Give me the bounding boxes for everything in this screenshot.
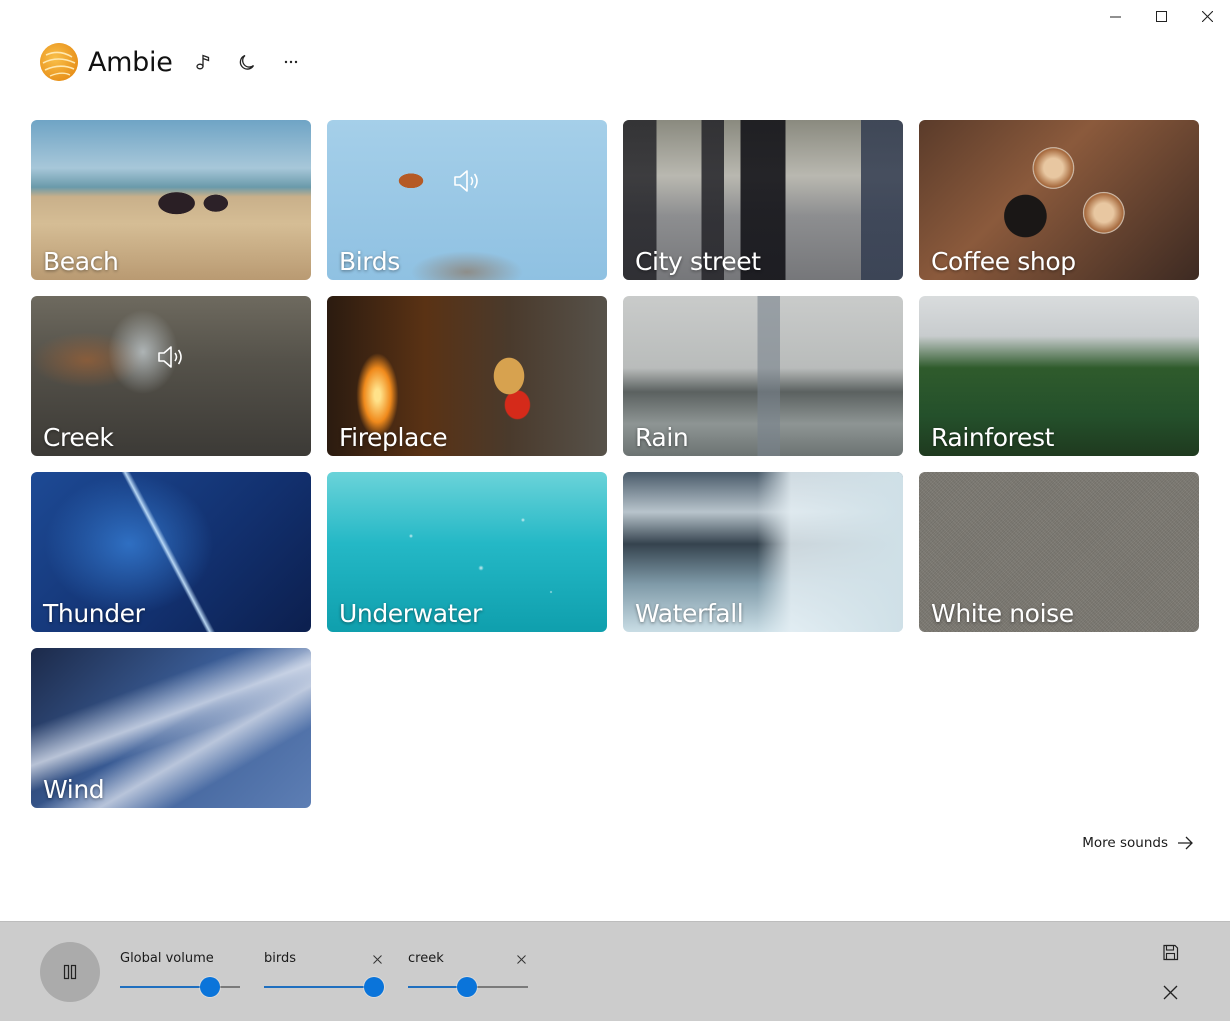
sound-tile-coffee-shop[interactable]: Coffee shop [919, 120, 1199, 280]
save-icon [1162, 944, 1178, 960]
sound-label: Beach [43, 247, 119, 276]
sound-label: Wind [43, 775, 105, 804]
more-sounds-link[interactable]: More sounds [1082, 834, 1194, 852]
player-bar: Global volume birds creek [0, 921, 1230, 1021]
compact-mode-button[interactable] [181, 42, 225, 82]
sound-tile-fireplace[interactable]: Fireplace [327, 296, 607, 456]
sound-label: White noise [931, 599, 1074, 628]
save-preset-button[interactable] [1156, 938, 1184, 966]
sound-volume-slider[interactable] [264, 977, 385, 997]
play-pause-button[interactable] [40, 942, 100, 1002]
close-icon [516, 954, 526, 964]
sound-tile-city-street[interactable]: City street [623, 120, 903, 280]
ellipsis-icon [284, 60, 297, 64]
active-sound-label: creek [408, 951, 444, 966]
logo-icon [40, 43, 78, 81]
sound-volume-slider[interactable] [408, 977, 528, 997]
arrow-right-icon [1178, 836, 1193, 850]
sound-label: Coffee shop [931, 247, 1076, 276]
remove-sound-button[interactable] [370, 952, 384, 966]
more-options-button[interactable] [269, 42, 313, 82]
window-caption-controls [1092, 0, 1230, 32]
slider-fill [120, 986, 210, 988]
slider-fill [264, 986, 375, 988]
app-header: Ambie [40, 42, 313, 82]
active-sound-birds: birds [264, 950, 385, 997]
sound-tile-wind[interactable]: Wind [31, 648, 311, 808]
moon-icon [239, 54, 254, 70]
sound-tile-white-noise[interactable]: White noise [919, 472, 1199, 632]
slider-thumb[interactable] [456, 977, 477, 997]
sound-tile-underwater[interactable]: Underwater [327, 472, 607, 632]
minimize-icon [1109, 16, 1121, 17]
sound-tile-rainforest[interactable]: Rainforest [919, 296, 1199, 456]
pause-icon [63, 964, 77, 980]
minimize-button[interactable] [1092, 0, 1138, 32]
app-title: Ambie [88, 46, 173, 78]
sound-label: Thunder [43, 599, 145, 628]
ambie-window: Ambie Beach Birds City street Coffee shop Cr… [0, 0, 1230, 1021]
sound-tile-beach[interactable]: Beach [31, 120, 311, 280]
sound-tile-thunder[interactable]: Thunder [31, 472, 311, 632]
clear-all-button[interactable] [1156, 978, 1184, 1006]
close-window-button[interactable] [1184, 0, 1230, 32]
maximize-icon [1155, 10, 1167, 22]
slider-thumb[interactable] [200, 977, 220, 997]
slider-thumb[interactable] [364, 977, 385, 997]
sound-tile-rain[interactable]: Rain [623, 296, 903, 456]
more-sounds-label: More sounds [1082, 835, 1168, 851]
music-note-icon [195, 54, 209, 70]
global-volume-slider[interactable] [120, 977, 240, 997]
theme-button[interactable] [225, 42, 269, 82]
close-icon [1201, 10, 1213, 22]
sound-label: Rain [635, 423, 689, 452]
sound-label: Creek [43, 423, 114, 452]
global-volume-control: Global volume [120, 950, 240, 997]
sound-tile-creek[interactable]: Creek [31, 296, 311, 456]
sound-label: Fireplace [339, 423, 448, 452]
sound-tile-birds[interactable]: Birds [327, 120, 607, 280]
sound-grid: Beach Birds City street Coffee shop Creek Fir… [31, 120, 1199, 808]
close-icon [1163, 985, 1177, 999]
remove-sound-button[interactable] [514, 952, 528, 966]
sound-label: Waterfall [635, 599, 744, 628]
sound-tile-waterfall[interactable]: Waterfall [623, 472, 903, 632]
active-sound-creek: creek [408, 950, 528, 997]
active-sound-label: birds [264, 951, 297, 966]
speaker-icon [454, 169, 478, 192]
speaker-icon [158, 345, 182, 368]
sound-label: Rainforest [931, 423, 1054, 452]
ambie-logo [40, 43, 78, 81]
global-volume-label: Global volume [120, 951, 214, 966]
close-icon [372, 954, 382, 964]
sound-label: Birds [339, 247, 400, 276]
sound-label: Underwater [339, 599, 482, 628]
sound-label: City street [635, 247, 761, 276]
maximize-button[interactable] [1138, 0, 1184, 32]
